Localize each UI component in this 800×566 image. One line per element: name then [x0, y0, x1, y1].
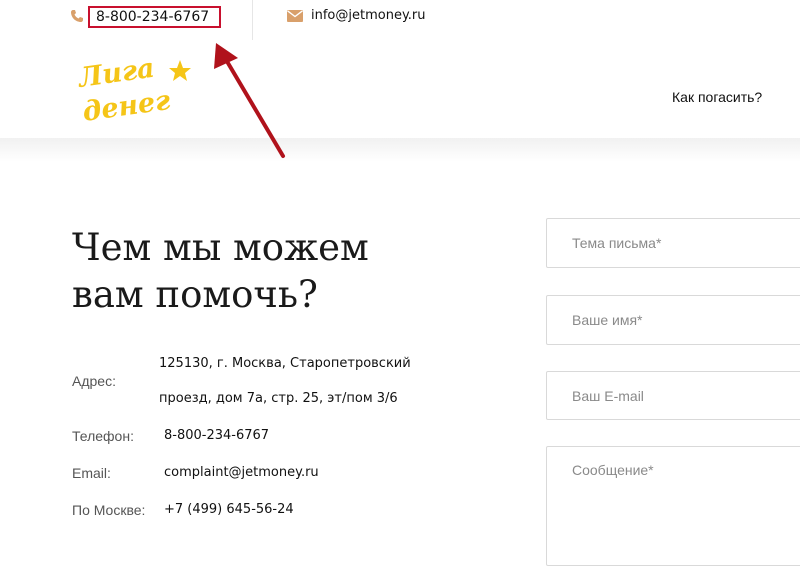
header-phone-link[interactable]: 8-800-234-6767 — [88, 6, 221, 28]
phone-value-link[interactable]: 8-800-234-6767 — [164, 428, 269, 443]
page-title: Чем мы можем вам помочь? — [72, 224, 492, 318]
moscow-phone-label: По Москве: — [72, 502, 146, 518]
nav-how-to-repay[interactable]: Как погасить? — [672, 89, 762, 105]
header-shadow — [0, 138, 800, 162]
star-icon — [169, 60, 191, 81]
liga-deneg-logo[interactable]: Лига денег — [74, 53, 194, 131]
mail-icon — [287, 10, 303, 22]
subject-input[interactable] — [546, 218, 800, 268]
address-line-2: проезд, дом 7а, стр. 25, эт/пом 3/6 — [159, 391, 398, 406]
header-email-link[interactable]: info@jetmoney.ru — [311, 8, 426, 23]
page-title-line2: вам помочь? — [72, 273, 318, 316]
topbar-divider — [252, 0, 253, 40]
address-label: Адрес: — [72, 373, 116, 389]
email-label: Email: — [72, 465, 111, 481]
page-title-line1: Чем мы можем — [72, 226, 369, 269]
phone-icon — [71, 10, 83, 22]
name-input[interactable] — [546, 295, 800, 345]
top-bar: 8-800-234-6767 info@jetmoney.ru — [0, 0, 800, 40]
message-textarea[interactable] — [546, 446, 800, 566]
email-value-link[interactable]: complaint@jetmoney.ru — [164, 465, 319, 480]
moscow-phone-link[interactable]: +7 (499) 645-56-24 — [164, 502, 294, 517]
address-line-1: 125130, г. Москва, Старопетровский — [159, 356, 411, 371]
phone-label: Телефон: — [72, 428, 134, 444]
email-input[interactable] — [546, 371, 800, 420]
